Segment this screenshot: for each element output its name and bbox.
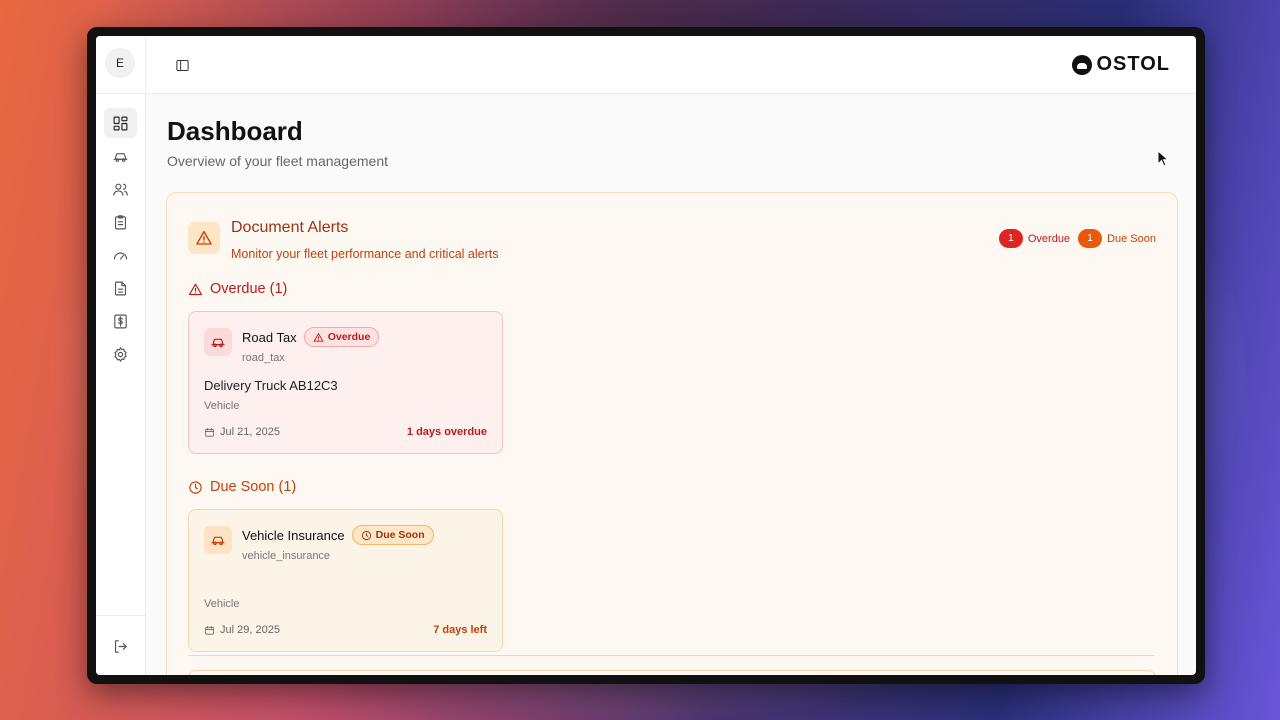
warning-icon [188,222,220,254]
alerts-subtitle: Monitor your fleet performance and criti… [231,247,499,261]
app-logo[interactable]: OSTOL [1072,53,1170,76]
warning-icon [313,332,323,342]
settings-icon [114,346,127,362]
logo-mark-icon [1072,54,1093,75]
sidebar-divider [96,93,145,94]
sidebar-item-finance[interactable] [104,306,137,336]
main-content: Dashboard Overview of your fleet managem… [146,94,1196,675]
document-code: vehicle_insurance [242,550,331,562]
overdue-count: 1 Overdue [998,229,1071,248]
logout-button[interactable] [104,631,137,661]
overdue-count-label: Overdue [1027,232,1071,245]
vehicle-name: Delivery Truck AB12C3 [204,378,338,393]
user-avatar[interactable]: E [105,48,135,78]
overdue-count-badge: 1 [998,229,1023,248]
document-code: road_tax [242,352,285,364]
page-subtitle: Overview of your fleet management [167,153,388,169]
sidebar-toggle-button[interactable] [172,55,192,75]
due-date: Jul 21, 2025 [204,426,280,438]
calendar-icon [205,625,214,635]
calendar-icon [205,427,214,437]
sidebar-item-vehicles[interactable] [104,141,137,171]
document-title: Road Tax [242,329,297,345]
mouse-cursor-icon [1157,150,1170,167]
sidebar-item-users[interactable] [104,174,137,204]
sidebar-toggle-icon [175,59,189,71]
card-title-row: Vehicle Insurance Due Soon [242,525,434,545]
due-soon-count: 1 Due Soon [1078,229,1156,248]
status-badge-label: Overdue [327,331,371,343]
dollar-icon [114,314,127,328]
due-date-text: Jul 21, 2025 [220,426,280,438]
gauge-icon [113,251,128,260]
status-badge: Due Soon [351,525,434,545]
car-icon [113,152,128,162]
entity-type: Vehicle [204,400,240,412]
top-bar: OSTOL [146,36,1196,94]
sidebar: E [96,36,146,675]
dashboard-icon [113,116,128,130]
car-icon [204,526,232,554]
due-soon-count-badge: 1 [1078,229,1103,248]
sidebar-item-settings[interactable] [104,339,137,369]
due-date-text: Jul 29, 2025 [220,624,280,636]
document-alerts-panel: Document Alerts Monitor your fleet perfo… [166,192,1178,675]
sidebar-item-performance[interactable] [104,240,137,270]
document-alert-card[interactable]: Road Tax Overdue road_tax Delivery Truck… [188,311,503,454]
users-icon [113,183,128,196]
status-badge-label: Due Soon [375,529,425,541]
document-alert-card[interactable]: Vehicle Insurance Due Soon vehicle_insur… [188,509,503,652]
document-icon [114,281,127,295]
status-badge: Overdue [303,327,380,347]
due-date: Jul 29, 2025 [204,624,280,636]
overdue-section-heading: Overdue (1) [188,281,287,297]
clipboard-icon [114,214,127,229]
entity-type: Vehicle [204,598,240,610]
sidebar-item-tasks[interactable] [104,207,137,237]
warning-icon [189,283,202,295]
clock-icon [361,530,371,540]
due-soon-count-label: Due Soon [1107,232,1156,245]
alert-counts: 1 Overdue 1 Due Soon [998,229,1156,248]
due-soon-section-title: Due Soon (1) [210,479,297,495]
days-status: 1 days overdue [406,426,487,438]
sidebar-item-dashboard[interactable] [104,108,137,138]
app-window: E OSTOL Dashboard Overview of your fleet… [96,36,1196,675]
car-icon [204,328,232,356]
clock-icon [189,480,202,494]
document-title: Vehicle Insurance [242,527,345,543]
card-footer: Jul 21, 2025 1 days overdue [204,426,487,438]
page-title: Dashboard [167,116,303,146]
next-panel [188,670,1156,675]
alerts-title: Document Alerts [231,219,349,236]
card-title-row: Road Tax Overdue [242,327,380,347]
due-soon-section-heading: Due Soon (1) [188,479,296,495]
logo-text: OSTOL [1096,53,1170,75]
logout-icon [114,639,127,653]
days-status: 7 days left [433,624,487,636]
sidebar-item-documents[interactable] [104,273,137,303]
card-footer: Jul 29, 2025 7 days left [204,624,487,636]
overdue-section-title: Overdue (1) [210,281,288,297]
section-divider [188,655,1154,656]
sidebar-divider [96,615,145,616]
